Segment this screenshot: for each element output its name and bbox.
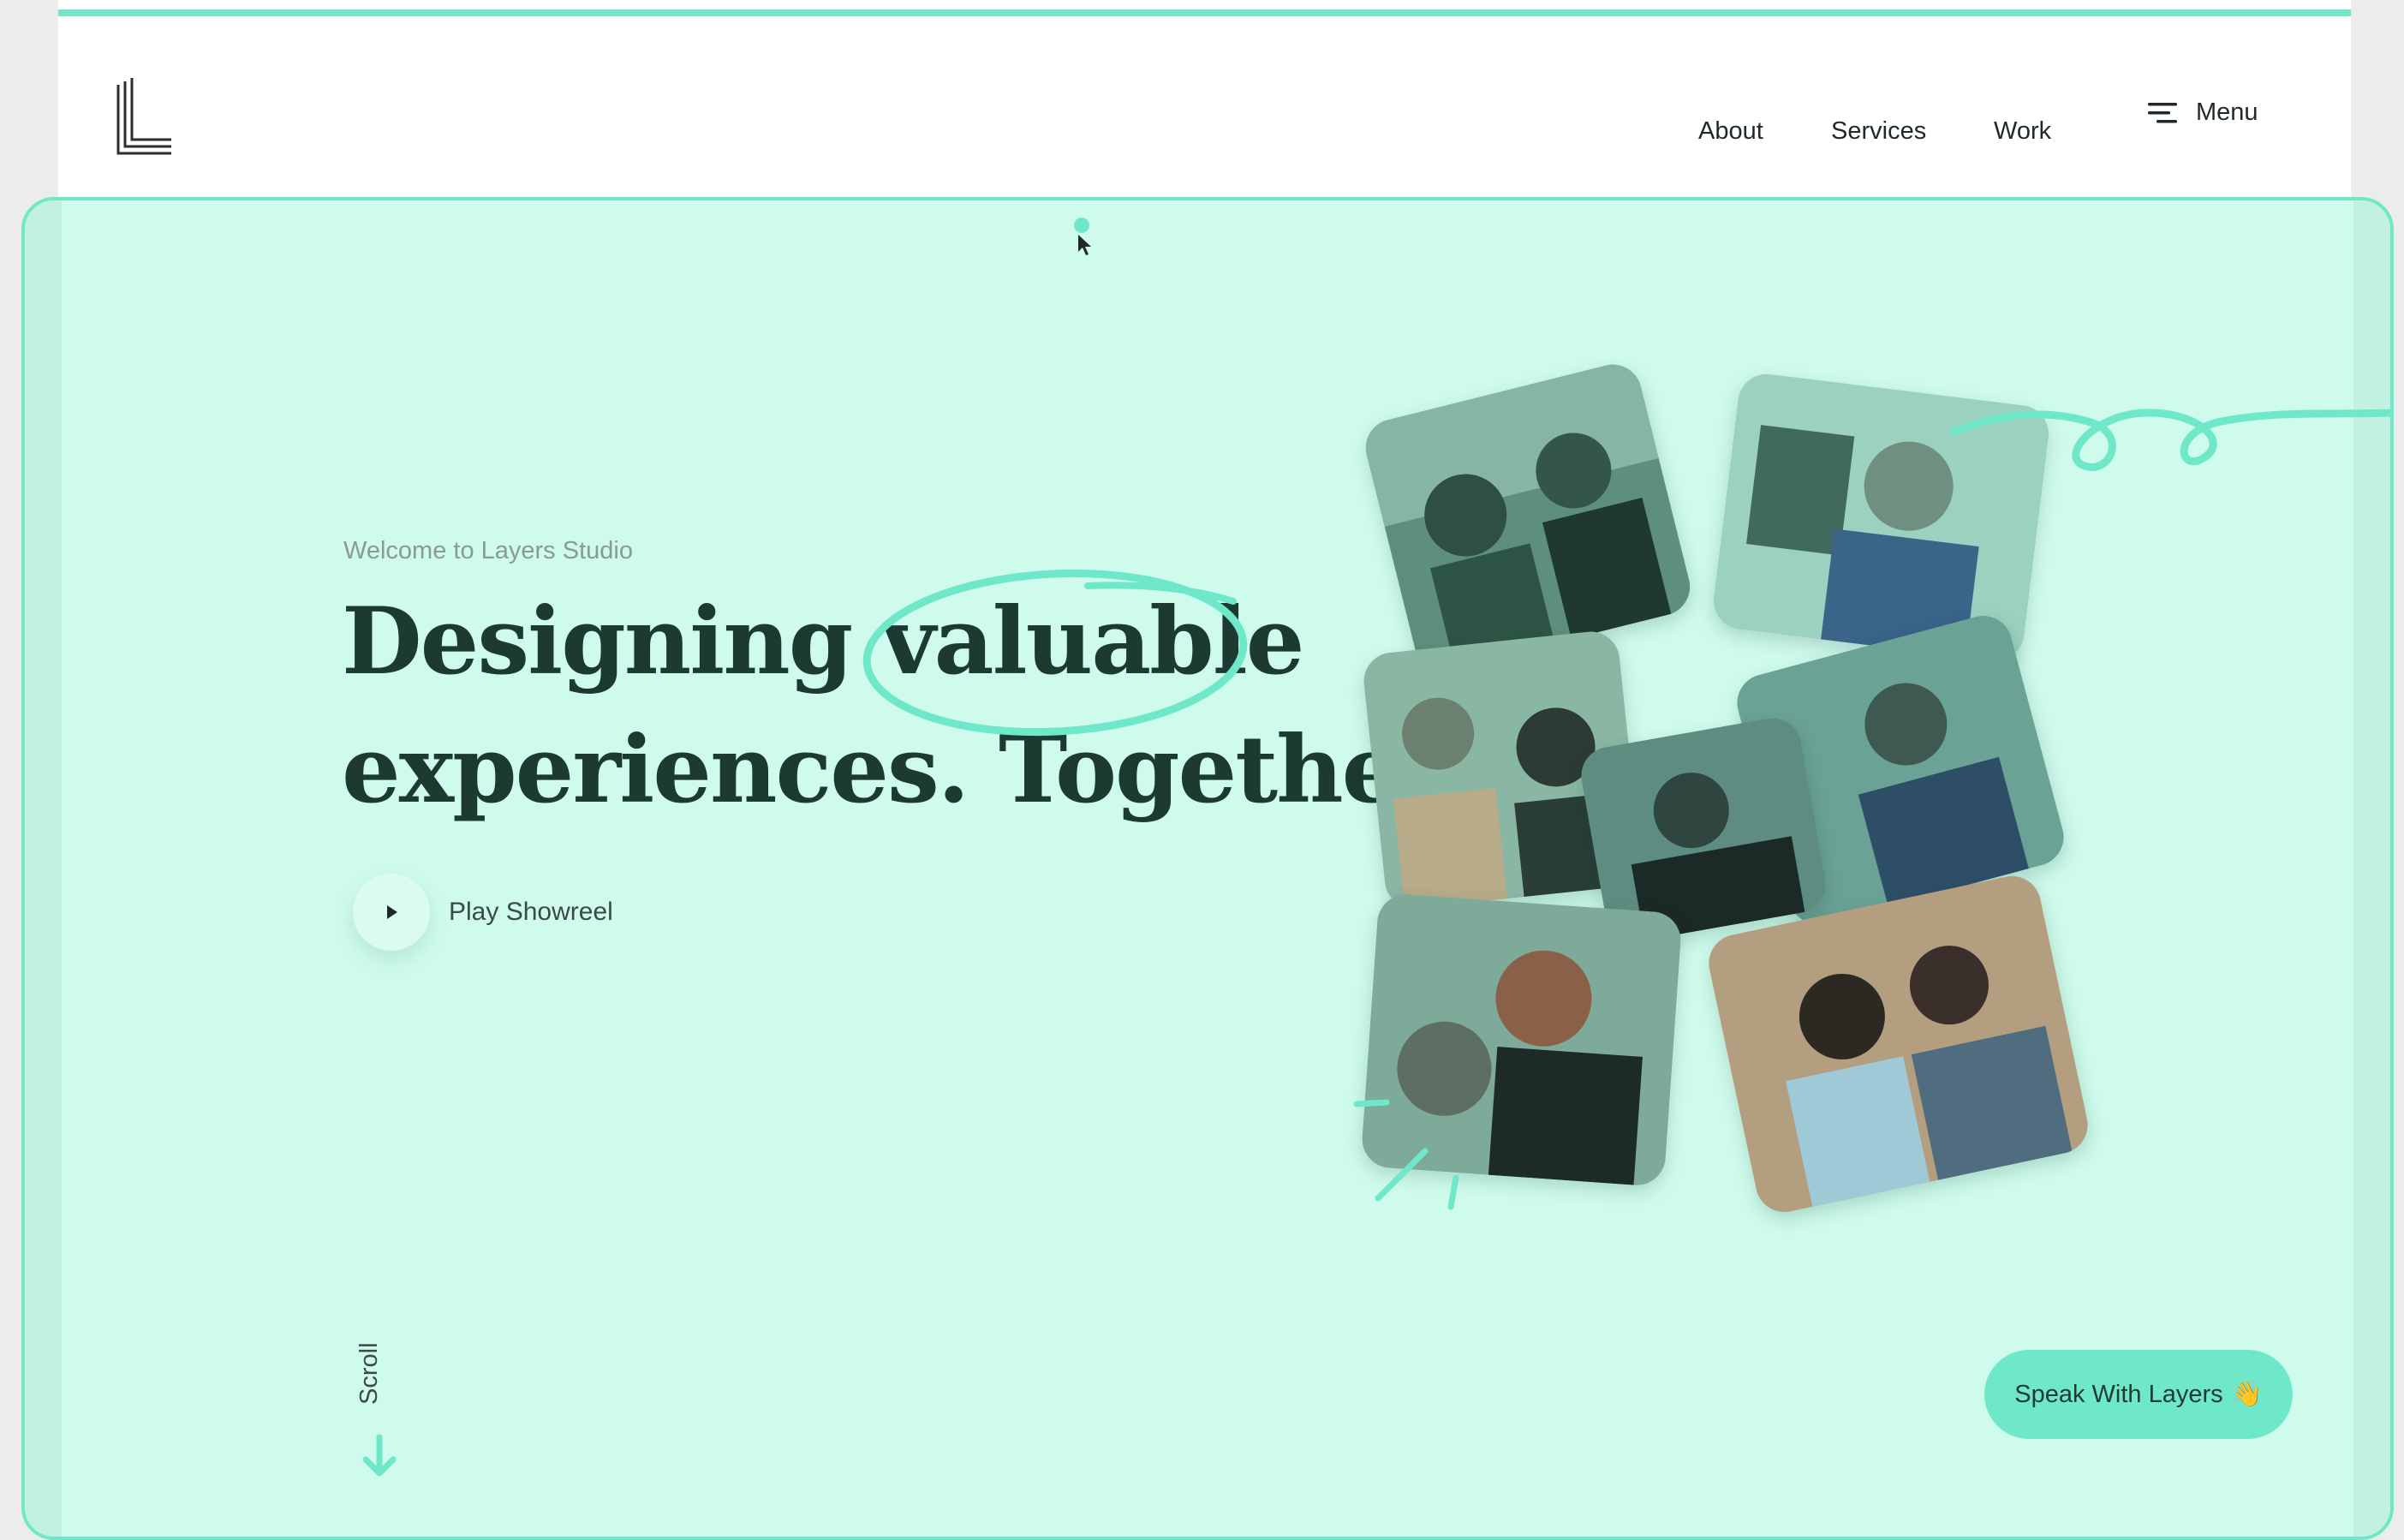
- hero-side-strip-left: [25, 200, 62, 1537]
- headline-line-2: experiences. Together.: [342, 716, 1470, 824]
- play-button[interactable]: [353, 874, 430, 951]
- welcome-text: Welcome to Layers Studio: [343, 537, 633, 564]
- scroll-indicator[interactable]: Scroll: [355, 1318, 407, 1489]
- menu-icon: [2148, 102, 2177, 122]
- headline-word-designing: Designing: [342, 588, 853, 695]
- menu-button[interactable]: Menu: [2148, 98, 2258, 127]
- wave-icon: [1950, 409, 2390, 471]
- team-photo-collage: [1359, 355, 2174, 1218]
- speak-with-layers-button[interactable]: Speak With Layers 👋: [1984, 1350, 2293, 1439]
- logo-mark[interactable]: [115, 78, 175, 157]
- scroll-arrow-icon: [362, 1434, 397, 1477]
- hero-headline: Designing valuable experiences. Together…: [342, 569, 1470, 834]
- cursor-icon: [1078, 235, 1091, 255]
- cta-label: Speak With Layers: [2014, 1380, 2223, 1408]
- play-icon: [387, 905, 397, 919]
- site-header: About Services Work Menu: [58, 16, 2351, 196]
- photo-1: [1359, 358, 1697, 677]
- scroll-label: Scroll: [355, 1342, 383, 1406]
- nav-about[interactable]: About: [1698, 117, 1763, 146]
- play-showreel[interactable]: Play Showreel: [353, 874, 613, 951]
- photo-7: [1703, 870, 2093, 1218]
- hero-section: Welcome to Layers Studio Designing valua…: [21, 197, 2394, 1540]
- nav-services[interactable]: Services: [1831, 117, 1926, 146]
- nav-work[interactable]: Work: [1994, 117, 2051, 146]
- top-accent-bar: [58, 9, 2351, 16]
- headline-word-valuable: valuable: [862, 569, 1304, 737]
- menu-label: Menu: [2196, 98, 2258, 126]
- wave-hand-icon: 👋: [2231, 1381, 2263, 1408]
- cursor-dot: [1074, 218, 1089, 233]
- play-showreel-label: Play Showreel: [449, 898, 613, 926]
- spark-lines: [1353, 1099, 1459, 1210]
